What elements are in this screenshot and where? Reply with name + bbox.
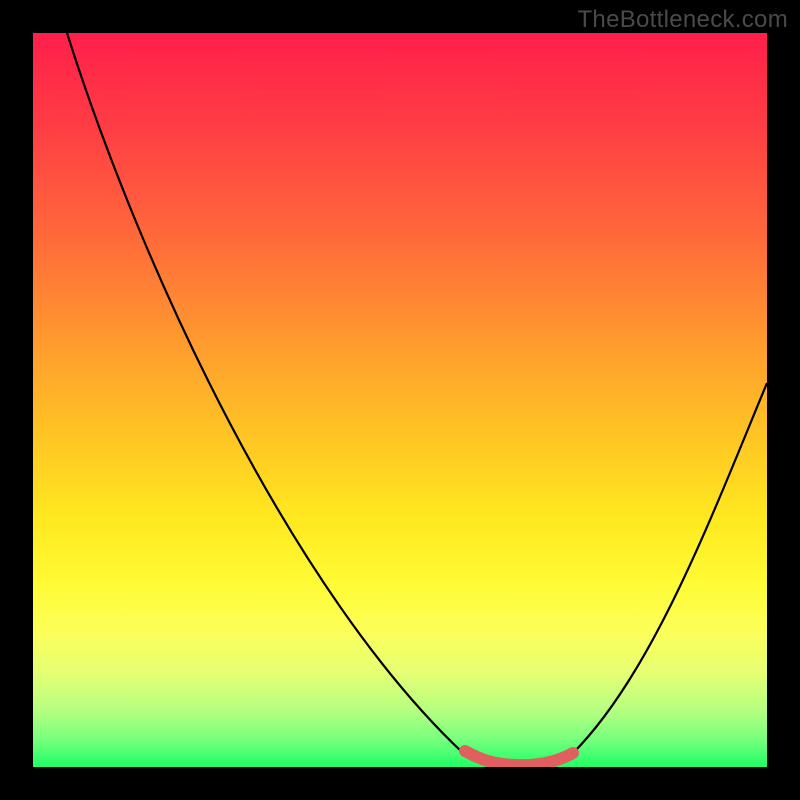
plot-area (33, 33, 767, 767)
watermark-text: TheBottleneck.com (577, 6, 788, 34)
bottleneck-curve (67, 33, 767, 761)
optimal-range-marker (465, 751, 573, 765)
curve-overlay (33, 33, 767, 767)
chart-container: TheBottleneck.com (0, 0, 800, 800)
